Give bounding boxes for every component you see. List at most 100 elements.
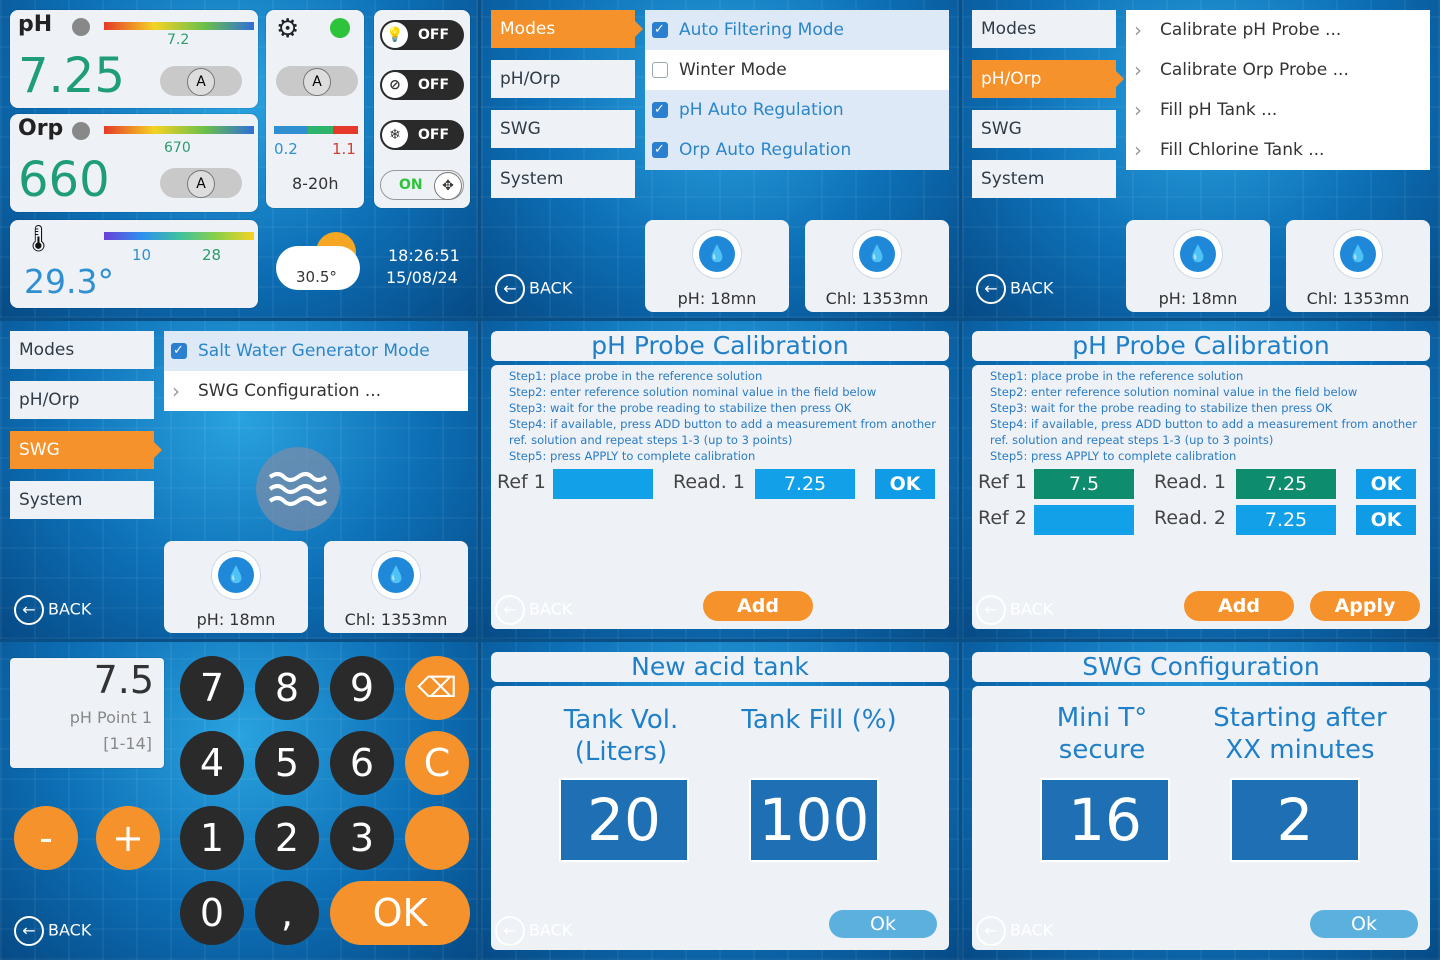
- minus-key[interactable]: -: [14, 806, 78, 870]
- chl-timer-card[interactable]: 💧 Chl: 1353mn: [324, 541, 468, 633]
- option-swg-configuration[interactable]: › SWG Configuration ...: [164, 371, 468, 411]
- option-fill-chlorine-tank[interactable]: › Fill Chlorine Tank ...: [1126, 130, 1430, 170]
- step-text: Step3: wait for the probe reading to sta…: [990, 401, 1333, 415]
- light-toggle[interactable]: 💡 OFF: [380, 20, 464, 50]
- ref1-input[interactable]: [553, 469, 653, 499]
- menu-ph-orp[interactable]: pH/Orp: [972, 60, 1124, 98]
- option-label: SWG Configuration ...: [198, 381, 382, 401]
- ref1-value[interactable]: 7.5: [1034, 469, 1134, 499]
- option-calibrate-ph[interactable]: › Calibrate pH Probe ...: [1126, 10, 1430, 50]
- checkbox-checked-icon[interactable]: [652, 90, 668, 130]
- start-delay-value[interactable]: 2: [1230, 778, 1360, 862]
- ok-button[interactable]: OK: [875, 469, 935, 499]
- aux-toggle[interactable]: ON ✥: [380, 170, 464, 200]
- menu-system[interactable]: System: [10, 481, 154, 519]
- back-button[interactable]: ← BACK: [14, 916, 91, 946]
- back-button[interactable]: ← BACK: [495, 916, 572, 946]
- menu-modes[interactable]: Modes: [10, 331, 154, 369]
- key-1[interactable]: 1: [180, 806, 244, 870]
- back-button[interactable]: ← BACK: [976, 274, 1053, 304]
- menu-system[interactable]: System: [491, 160, 635, 198]
- pump-mode-switch[interactable]: A: [276, 66, 358, 96]
- ok-button-2[interactable]: OK: [1356, 505, 1416, 535]
- chl-timer-card[interactable]: 💧 Chl: 1353mn: [805, 220, 949, 312]
- orp-mode-switch[interactable]: A: [160, 168, 242, 198]
- option-auto-filtering[interactable]: Auto Filtering Mode: [645, 10, 949, 50]
- key-6[interactable]: 6: [330, 731, 394, 795]
- light-toggle-state: OFF: [418, 27, 450, 43]
- key-5[interactable]: 5: [255, 731, 319, 795]
- acid-tank-title: New acid tank: [491, 652, 949, 682]
- key-7[interactable]: 7: [180, 656, 244, 720]
- ph-dial-icon: 💧: [1174, 230, 1222, 278]
- option-label: Winter Mode: [679, 60, 787, 80]
- menu-swg[interactable]: SWG: [972, 110, 1116, 148]
- back-button[interactable]: ← BACK: [14, 595, 91, 625]
- menu-system[interactable]: System: [972, 160, 1116, 198]
- ph-timer-card[interactable]: 💧 pH: 18mn: [164, 541, 308, 633]
- blank-key[interactable]: [405, 806, 469, 870]
- temp-scale-bar: [104, 232, 254, 240]
- ref2-input[interactable]: [1034, 505, 1134, 535]
- menu-ph-orp[interactable]: pH/Orp: [10, 381, 154, 419]
- menu-swg[interactable]: SWG: [10, 431, 162, 469]
- key-0[interactable]: 0: [180, 881, 244, 945]
- add-button[interactable]: Add: [703, 591, 813, 621]
- ph-timer-card[interactable]: 💧 pH: 18mn: [645, 220, 789, 312]
- ok-button-1[interactable]: OK: [1356, 469, 1416, 499]
- option-salt-water-generator[interactable]: Salt Water Generator Mode: [164, 331, 468, 371]
- option-label: Fill pH Tank ...: [1160, 100, 1278, 120]
- ok-button[interactable]: Ok: [1310, 910, 1418, 938]
- chl-timer-card[interactable]: 💧 Chl: 1353mn: [1286, 220, 1430, 312]
- option-fill-ph-tank[interactable]: › Fill pH Tank ...: [1126, 90, 1430, 130]
- frost-toggle[interactable]: ❄ OFF: [380, 120, 464, 150]
- option-winter-mode[interactable]: Winter Mode: [645, 50, 949, 90]
- option-ph-auto-regulation[interactable]: pH Auto Regulation: [645, 90, 949, 130]
- key-4[interactable]: 4: [180, 731, 244, 795]
- ok-key[interactable]: OK: [330, 881, 470, 945]
- tank-vol-value[interactable]: 20: [559, 778, 689, 862]
- apply-button[interactable]: Apply: [1310, 591, 1420, 621]
- checkbox-unchecked-icon[interactable]: [652, 62, 668, 78]
- menu-modes[interactable]: Modes: [491, 10, 643, 48]
- ph-timer-card[interactable]: 💧 pH: 18mn: [1126, 220, 1270, 312]
- back-arrow-icon: ←: [976, 595, 1006, 625]
- chl-timer-label: Chl: 1353mn: [1306, 289, 1410, 308]
- checkbox-checked-icon[interactable]: [652, 130, 668, 170]
- checkbox-checked-icon[interactable]: [652, 10, 668, 50]
- keypad-display: 7.5 pH Point 1 [1-14]: [10, 658, 164, 768]
- clear-key[interactable]: C: [405, 731, 469, 795]
- valve-toggle[interactable]: ⊘ OFF: [380, 70, 464, 100]
- plus-key[interactable]: +: [96, 806, 160, 870]
- mini-temp-value[interactable]: 16: [1040, 778, 1170, 862]
- add-button[interactable]: Add: [1184, 591, 1294, 621]
- back-button[interactable]: ← BACK: [976, 595, 1053, 625]
- chl-timer-label: Chl: 1353mn: [344, 610, 448, 629]
- option-label: Fill Chlorine Tank ...: [1160, 140, 1325, 160]
- temp-value: 29.3°: [24, 262, 114, 301]
- temp-max: 28: [202, 246, 222, 264]
- key-3[interactable]: 3: [330, 806, 394, 870]
- menu-modes[interactable]: Modes: [972, 10, 1116, 48]
- option-orp-auto-regulation[interactable]: Orp Auto Regulation: [645, 130, 949, 170]
- pump-card[interactable]: ⚙ A 0.2 1.1 8-20h: [266, 10, 364, 208]
- ph-card[interactable]: pH 7.2 7.25 A: [10, 10, 258, 108]
- key-comma[interactable]: ,: [255, 881, 319, 945]
- back-button[interactable]: ← BACK: [976, 916, 1053, 946]
- menu-ph-orp[interactable]: pH/Orp: [491, 60, 635, 98]
- back-button[interactable]: ← BACK: [495, 274, 572, 304]
- key-9[interactable]: 9: [330, 656, 394, 720]
- key-2[interactable]: 2: [255, 806, 319, 870]
- key-8[interactable]: 8: [255, 656, 319, 720]
- backspace-key[interactable]: ⌫: [405, 656, 469, 720]
- orp-card[interactable]: Orp 670 660 A: [10, 114, 258, 212]
- tank-fill-value[interactable]: 100: [749, 778, 879, 862]
- back-button[interactable]: ← BACK: [495, 595, 572, 625]
- option-calibrate-orp[interactable]: › Calibrate Orp Probe ...: [1126, 50, 1430, 90]
- temperature-card[interactable]: 🌡 10 28 29.3°: [10, 220, 258, 308]
- option-label: Calibrate Orp Probe ...: [1160, 60, 1349, 80]
- menu-swg[interactable]: SWG: [491, 110, 635, 148]
- ph-mode-switch[interactable]: A: [160, 66, 242, 96]
- checkbox-checked-icon[interactable]: [171, 331, 187, 371]
- ok-button[interactable]: Ok: [829, 910, 937, 938]
